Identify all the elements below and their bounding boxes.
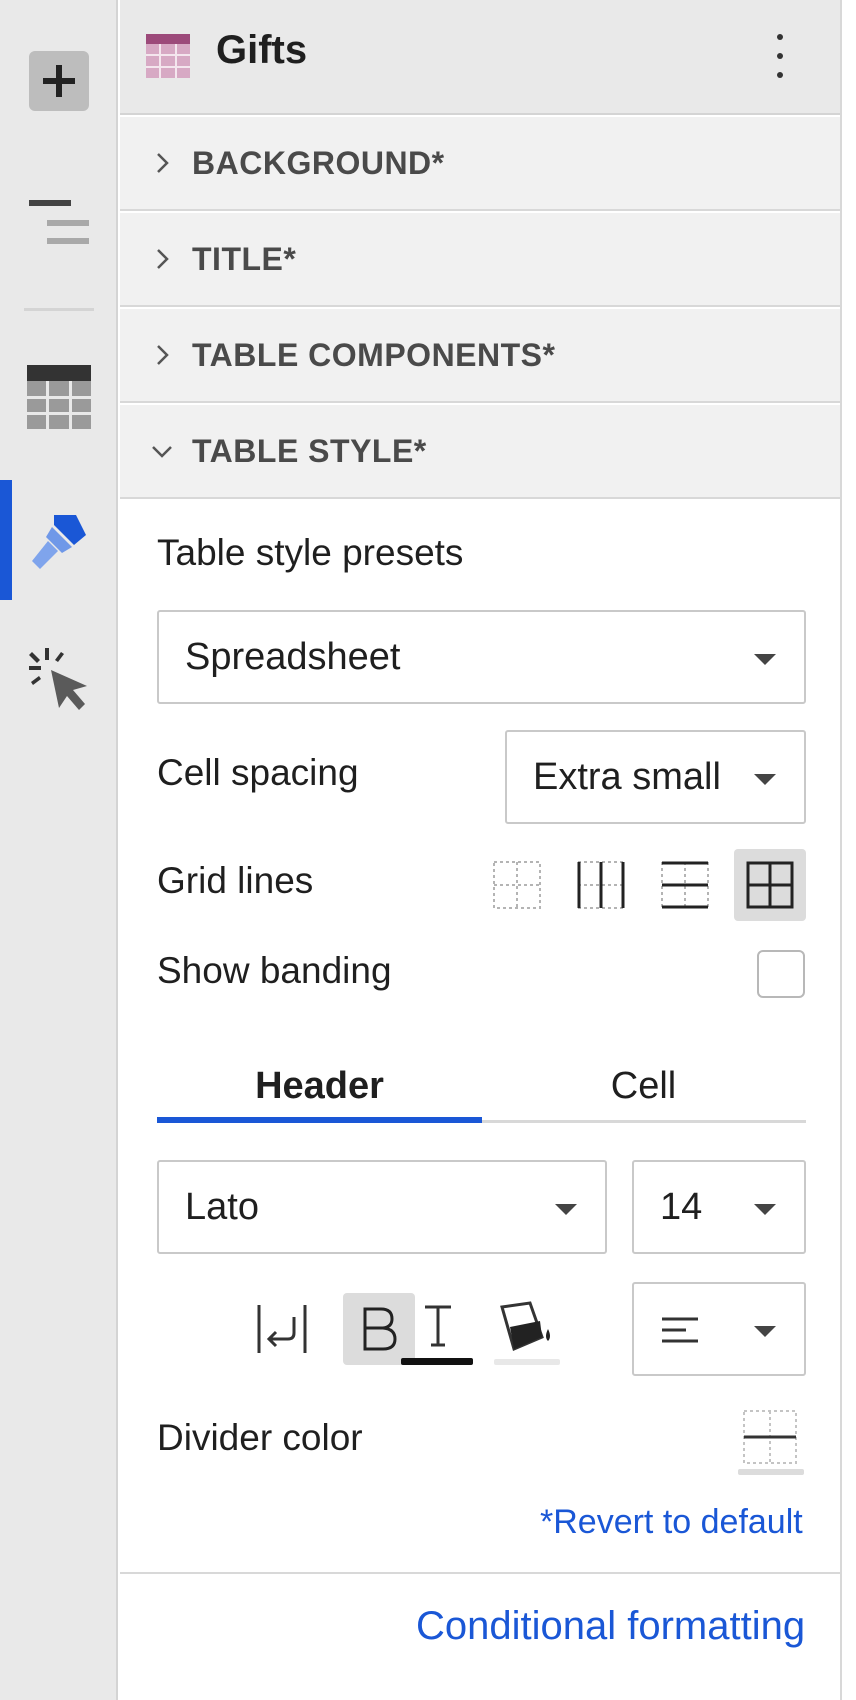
- font-size-select[interactable]: 14: [632, 1160, 806, 1254]
- divider-color-label: Divider color: [157, 1417, 363, 1458]
- panel-gutter: [842, 0, 856, 1700]
- table-button[interactable]: [0, 362, 118, 432]
- format-panel: Gifts BACKGROUND* TITLE* TABLE COMPONENT…: [120, 0, 840, 1700]
- bold-icon: [363, 1307, 397, 1351]
- preset-select[interactable]: Spreadsheet: [157, 610, 806, 704]
- font-family-value: Lato: [185, 1185, 259, 1228]
- paintbrush-icon: [32, 515, 86, 569]
- grid-vertical-button[interactable]: [565, 849, 637, 921]
- section-label: TITLE*: [192, 240, 297, 277]
- cell-spacing-value: Extra small: [533, 755, 721, 798]
- page-title: Gifts: [216, 28, 308, 72]
- section-label: BACKGROUND*: [192, 144, 445, 181]
- text-color-button[interactable]: [401, 1293, 473, 1365]
- left-rail: [0, 0, 118, 1700]
- fill-color-button[interactable]: [490, 1293, 562, 1365]
- text-wrap-icon: [257, 1305, 307, 1353]
- caret-down-icon: [754, 654, 776, 665]
- grid-none-icon: [493, 861, 541, 909]
- section-label: TABLE COMPONENTS*: [192, 336, 556, 373]
- caret-down-icon: [754, 774, 776, 785]
- text-color-icon: [401, 1305, 473, 1365]
- grid-horizontal-button[interactable]: [649, 849, 721, 921]
- presets-label: Table style presets: [157, 532, 464, 573]
- grid-all-icon: [746, 861, 794, 909]
- alignment-select[interactable]: [632, 1282, 806, 1376]
- text-wrap-button[interactable]: [246, 1293, 318, 1365]
- actions-button[interactable]: [0, 645, 118, 715]
- section-table-components[interactable]: TABLE COMPONENTS*: [120, 309, 840, 403]
- font-family-select[interactable]: Lato: [157, 1160, 607, 1254]
- outline-button[interactable]: [0, 195, 118, 250]
- font-size-value: 14: [660, 1185, 703, 1228]
- grid-vertical-icon: [577, 861, 625, 909]
- grid-all-button[interactable]: [734, 849, 806, 921]
- chevron-right-icon: [157, 249, 169, 269]
- grid-lines-label: Grid lines: [157, 860, 314, 901]
- section-label: TABLE STYLE*: [192, 432, 427, 469]
- section-table-style[interactable]: TABLE STYLE*: [120, 405, 840, 499]
- footer-separator: [120, 1572, 840, 1574]
- chevron-right-icon: [157, 153, 169, 173]
- grid-horizontal-icon: [661, 861, 709, 909]
- add-button[interactable]: [0, 46, 118, 116]
- divider-color-button[interactable]: [734, 1405, 806, 1477]
- show-banding-checkbox[interactable]: [757, 950, 805, 998]
- preset-value: Spreadsheet: [185, 635, 401, 678]
- cursor-click-icon: [29, 648, 87, 710]
- format-button[interactable]: [0, 505, 118, 575]
- caret-down-icon: [754, 1326, 776, 1337]
- chevron-down-icon: [152, 446, 172, 458]
- section-background[interactable]: BACKGROUND*: [120, 117, 840, 211]
- section-title[interactable]: TITLE*: [120, 213, 840, 307]
- caret-down-icon: [754, 1204, 776, 1215]
- show-banding-label: Show banding: [157, 950, 392, 991]
- rail-divider: [24, 308, 94, 311]
- conditional-formatting-link[interactable]: Conditional formatting: [416, 1604, 805, 1649]
- grid-none-button[interactable]: [481, 849, 553, 921]
- divider-color-icon: [738, 1410, 804, 1475]
- outline-lines-icon: [29, 199, 89, 244]
- panel-header: Gifts: [120, 0, 840, 115]
- chevron-right-icon: [157, 345, 169, 365]
- active-tab-underline: [157, 1117, 482, 1123]
- tab-header[interactable]: Header: [157, 1050, 482, 1122]
- tab-cell[interactable]: Cell: [481, 1050, 806, 1122]
- table-icon: [146, 34, 190, 78]
- cell-spacing-select[interactable]: Extra small: [505, 730, 806, 824]
- table-icon: [27, 365, 91, 429]
- more-options-icon[interactable]: [768, 34, 792, 78]
- align-left-icon: [662, 1317, 698, 1343]
- plus-icon: [29, 51, 89, 111]
- revert-to-default-link[interactable]: *Revert to default: [540, 1503, 803, 1542]
- paint-bucket-icon: [494, 1301, 560, 1365]
- cell-spacing-label: Cell spacing: [157, 752, 359, 793]
- caret-down-icon: [555, 1204, 577, 1215]
